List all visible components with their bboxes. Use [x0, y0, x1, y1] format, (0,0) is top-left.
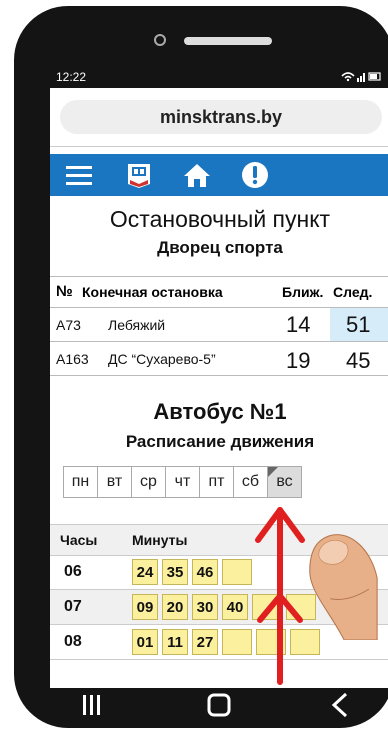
menu-icon[interactable]	[64, 160, 94, 190]
status-bar: 12:22	[50, 66, 388, 88]
minute-cell[interactable]: 01	[132, 629, 158, 655]
minutes-list: 24 35 46	[132, 559, 256, 585]
table-row[interactable]: A73 Лебяжий 14 51	[50, 308, 388, 342]
day-tab[interactable]: пн	[63, 466, 98, 498]
next-time-cell: 45	[330, 342, 388, 375]
minute-cell[interactable]: 11	[162, 629, 188, 655]
selected-corner-icon	[268, 467, 278, 477]
minute-cell[interactable]: 30	[192, 594, 218, 620]
nearest-time: 14	[286, 312, 311, 337]
page-title: Остановочный пункт	[109, 206, 331, 232]
route-number: A73	[56, 317, 81, 333]
minute-cell-empty	[222, 629, 252, 655]
col-nearest: Ближ.	[282, 284, 324, 300]
finger-hand-icon	[309, 534, 378, 640]
day-tab[interactable]: чт	[165, 466, 200, 498]
col-minutes: Минуты	[132, 532, 188, 548]
next-time-cell: 51	[330, 308, 388, 341]
signal-battery-icon	[340, 70, 382, 85]
route-destination: Лебяжий	[108, 317, 166, 333]
hour: 06	[64, 563, 82, 580]
home-icon[interactable]	[182, 160, 212, 190]
site-nav-bar	[50, 154, 388, 196]
day-label: вс	[276, 473, 293, 490]
divider	[50, 146, 388, 147]
speaker-grille	[184, 37, 272, 45]
camera-icon	[154, 34, 166, 46]
status-time: 12:22	[56, 70, 87, 84]
next-time: 45	[346, 348, 371, 373]
schedule-title: Расписание движения	[125, 432, 315, 451]
minute-cell-empty	[222, 559, 252, 585]
col-number: №	[56, 283, 73, 300]
hour: 08	[64, 633, 82, 650]
table-row[interactable]: A163 ДС “Сухарево-5” 19 45	[50, 342, 388, 376]
col-hours: Часы	[60, 532, 98, 548]
alert-icon[interactable]	[240, 160, 270, 190]
minute-cell[interactable]: 24	[132, 559, 158, 585]
day-tab[interactable]: пт	[199, 466, 234, 498]
stop-name: Дворец спорта	[157, 238, 283, 257]
minute-cell[interactable]: 35	[162, 559, 188, 585]
day-tab-selected[interactable]: вс	[267, 466, 302, 498]
day-selector: пн вт ср чт пт сб вс	[63, 466, 302, 498]
route-number: A163	[56, 351, 89, 367]
bus-icon[interactable]	[124, 160, 154, 190]
url-bar[interactable]: minsktrans.by	[60, 100, 382, 134]
col-next: След.	[333, 284, 373, 300]
minute-cell[interactable]: 46	[192, 559, 218, 585]
routes-table-header: № Конечная остановка Ближ. След.	[50, 276, 388, 308]
minute-cell[interactable]: 40	[222, 594, 248, 620]
minute-cell[interactable]: 09	[132, 594, 158, 620]
hour: 07	[64, 598, 82, 615]
day-tab[interactable]: ср	[131, 466, 166, 498]
day-tab[interactable]: вт	[97, 466, 132, 498]
recent-apps-icon[interactable]	[80, 692, 104, 725]
next-time: 51	[346, 312, 371, 337]
bus-title: Автобус №1	[153, 399, 287, 424]
back-icon[interactable]	[328, 692, 352, 725]
day-tab[interactable]: сб	[233, 466, 268, 498]
home-button-icon[interactable]	[206, 692, 232, 725]
route-destination: ДС “Сухарево-5”	[108, 351, 216, 367]
minute-cell[interactable]: 27	[192, 629, 218, 655]
nearest-time: 19	[286, 348, 311, 373]
android-nav-bar	[28, 688, 388, 734]
minute-cell[interactable]: 20	[162, 594, 188, 620]
col-destination: Конечная остановка	[82, 284, 223, 300]
